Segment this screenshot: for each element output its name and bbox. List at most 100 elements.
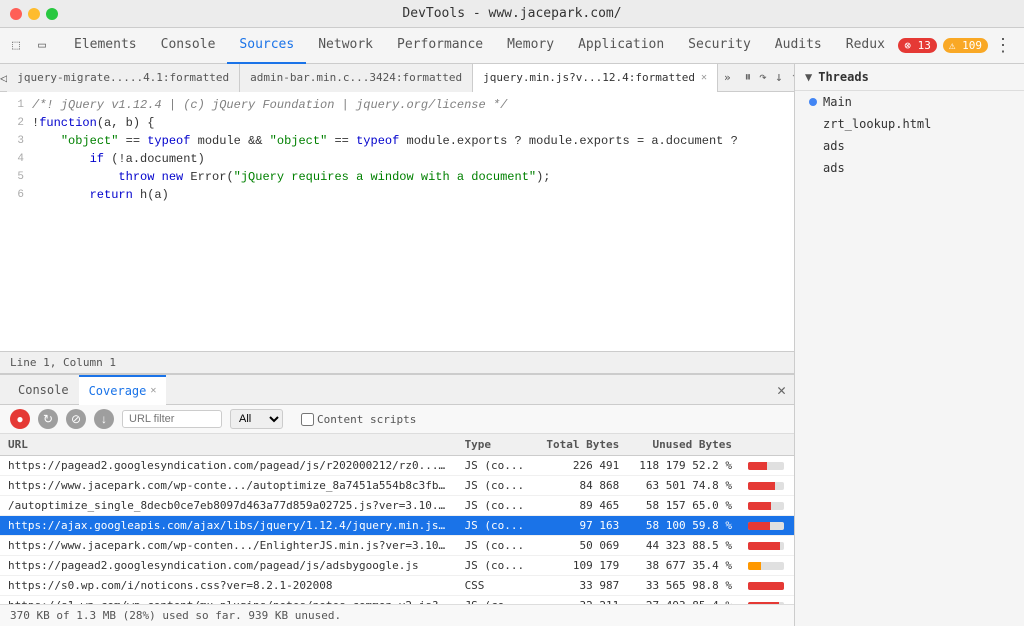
coverage-table: URL Type Total Bytes Unused Bytes https:… [0, 434, 794, 604]
warning-badge: ⚠ 109 [943, 38, 988, 53]
thread-label: ads [823, 139, 845, 153]
tab-audits[interactable]: Audits [763, 28, 834, 64]
coverage-summary: 370 KB of 1.3 MB (28%) used so far. 939 … [10, 609, 341, 622]
cell-bar [740, 576, 794, 596]
table-row[interactable]: https://www.jacepark.com/wp-conten.../En… [0, 536, 794, 556]
tab-sources[interactable]: Sources [227, 28, 306, 64]
thread-item[interactable]: Main [795, 91, 1024, 113]
tab-memory[interactable]: Memory [495, 28, 566, 64]
file-tab-jquery-min[interactable]: jquery.min.js?v...12.4:formatted ✕ [473, 64, 718, 92]
bottom-tab-coverage[interactable]: Coverage ✕ [79, 375, 167, 405]
close-bottom-panel-icon[interactable]: ✕ [777, 381, 786, 399]
type-filter-select[interactable]: All CSS JS [230, 409, 283, 429]
cursor-position: Line 1, Column 1 [10, 356, 116, 369]
content-scripts-checkbox[interactable] [301, 413, 314, 426]
thread-dot-icon [809, 98, 817, 106]
device-icon[interactable]: ▭ [30, 34, 54, 58]
code-line-2: 2 !function(a, b) { [0, 114, 794, 132]
cell-type: JS (co... [457, 516, 535, 536]
table-row[interactable]: https://s0.wp.com/i/noticons.css?ver=8.2… [0, 576, 794, 596]
cell-url: https://pagead2.googlesyndication.com/pa… [0, 556, 457, 576]
cell-unused-bytes: 38 677 35.4 % [627, 556, 740, 576]
tab-performance[interactable]: Performance [385, 28, 495, 64]
cell-type: JS (co... [457, 476, 535, 496]
tab-security[interactable]: Security [676, 28, 763, 64]
table-row[interactable]: https://ajax.googleapis.com/ajax/libs/jq… [0, 516, 794, 536]
record-button[interactable]: ● [10, 409, 30, 429]
thread-label: zrt_lookup.html [823, 117, 931, 131]
close-button[interactable] [10, 8, 22, 20]
cell-type: JS (co... [457, 556, 535, 576]
download-button[interactable]: ↓ [94, 409, 114, 429]
col-url: URL [0, 434, 457, 456]
nav-icon-group: ⬚ ▭ [4, 34, 54, 58]
code-line-6: 6 return h(a) [0, 186, 794, 204]
cell-bar [740, 536, 794, 556]
close-coverage-tab-icon[interactable]: ✕ [150, 385, 156, 396]
reload-button[interactable]: ↻ [38, 409, 58, 429]
thread-item[interactable]: ads [795, 157, 1024, 179]
cell-unused-bytes: 33 565 98.8 % [627, 576, 740, 596]
threads-header: ▼ Threads [795, 64, 1024, 91]
pause-icon[interactable]: ⏸ [743, 68, 754, 87]
tab-network[interactable]: Network [306, 28, 385, 64]
file-tab-admin-bar[interactable]: admin-bar.min.c...3424:formatted [240, 64, 473, 92]
table-row[interactable]: /autoptimize_single_8decb0ce7eb8097d463a… [0, 496, 794, 516]
cell-unused-bytes: 58 100 59.8 % [627, 516, 740, 536]
threads-title: Threads [818, 70, 869, 84]
cell-unused-bytes: 27 493 85.4 % [627, 596, 740, 605]
thread-item[interactable]: zrt_lookup.html [795, 113, 1024, 135]
file-tab-overflow[interactable]: » [718, 71, 737, 84]
coverage-table-body: https://pagead2.googlesyndication.com/pa… [0, 456, 794, 605]
inspect-icon[interactable]: ⬚ [4, 34, 28, 58]
table-row[interactable]: https://s1.wp.com/wp-content/mu-plugins/… [0, 596, 794, 605]
cell-bar [740, 516, 794, 536]
file-tab-left-icon[interactable]: ◁ [0, 64, 7, 92]
bottom-tab-console[interactable]: Console [8, 375, 79, 405]
col-bar [740, 434, 794, 456]
coverage-table-container: URL Type Total Bytes Unused Bytes https:… [0, 434, 794, 604]
file-tabs-bar: ◁ jquery-migrate.....4.1:formatted admin… [0, 64, 794, 92]
table-row[interactable]: https://pagead2.googlesyndication.com/pa… [0, 556, 794, 576]
cell-total-bytes: 89 465 [535, 496, 627, 516]
cell-bar [740, 556, 794, 576]
title-bar: DevTools - www.jacepark.com/ [0, 0, 1024, 28]
status-bar: Line 1, Column 1 [0, 351, 794, 373]
code-line-3: 3 "object" == typeof module && "object" … [0, 132, 794, 150]
thread-label: ads [823, 161, 845, 175]
threads-list: Main zrt_lookup.htmlads ads [795, 91, 1024, 179]
clear-button[interactable]: ⊘ [66, 409, 86, 429]
cell-url: /autoptimize_single_8decb0ce7eb8097d463a… [0, 496, 457, 516]
cell-total-bytes: 50 069 [535, 536, 627, 556]
cell-bar [740, 496, 794, 516]
thread-label: Main [823, 95, 852, 109]
tab-elements[interactable]: Elements [62, 28, 149, 64]
cell-total-bytes: 33 987 [535, 576, 627, 596]
table-header-row: URL Type Total Bytes Unused Bytes [0, 434, 794, 456]
code-line-1: 1 /*! jQuery v1.12.4 | (c) jQuery Founda… [0, 96, 794, 114]
table-row[interactable]: https://pagead2.googlesyndication.com/pa… [0, 456, 794, 476]
minimize-button[interactable] [28, 8, 40, 20]
triangle-icon: ▼ [805, 70, 812, 84]
maximize-button[interactable] [46, 8, 58, 20]
cell-unused-bytes: 58 157 65.0 % [627, 496, 740, 516]
step-into-icon[interactable]: ↓ [773, 68, 785, 87]
col-type: Type [457, 434, 535, 456]
tab-application[interactable]: Application [566, 28, 676, 64]
tab-redux[interactable]: Redux [834, 28, 897, 64]
url-filter-input[interactable] [122, 410, 222, 428]
file-tab-jquery-migrate[interactable]: jquery-migrate.....4.1:formatted [7, 64, 240, 92]
more-options-icon[interactable]: ⋮ [994, 35, 1012, 56]
table-row[interactable]: https://www.jacepark.com/wp-conte.../aut… [0, 476, 794, 496]
cell-url: https://www.jacepark.com/wp-conte.../aut… [0, 476, 457, 496]
window-title: DevTools - www.jacepark.com/ [402, 6, 621, 21]
cell-type: JS (co... [457, 596, 535, 605]
tab-console[interactable]: Console [149, 28, 228, 64]
step-over-icon[interactable]: ↷ [757, 68, 769, 87]
cell-bar [740, 476, 794, 496]
close-tab-icon[interactable]: ✕ [701, 72, 707, 83]
error-badge: ⊗ 13 [898, 38, 937, 53]
cell-type: JS (co... [457, 456, 535, 476]
thread-item[interactable]: ads [795, 135, 1024, 157]
cell-bar [740, 596, 794, 605]
